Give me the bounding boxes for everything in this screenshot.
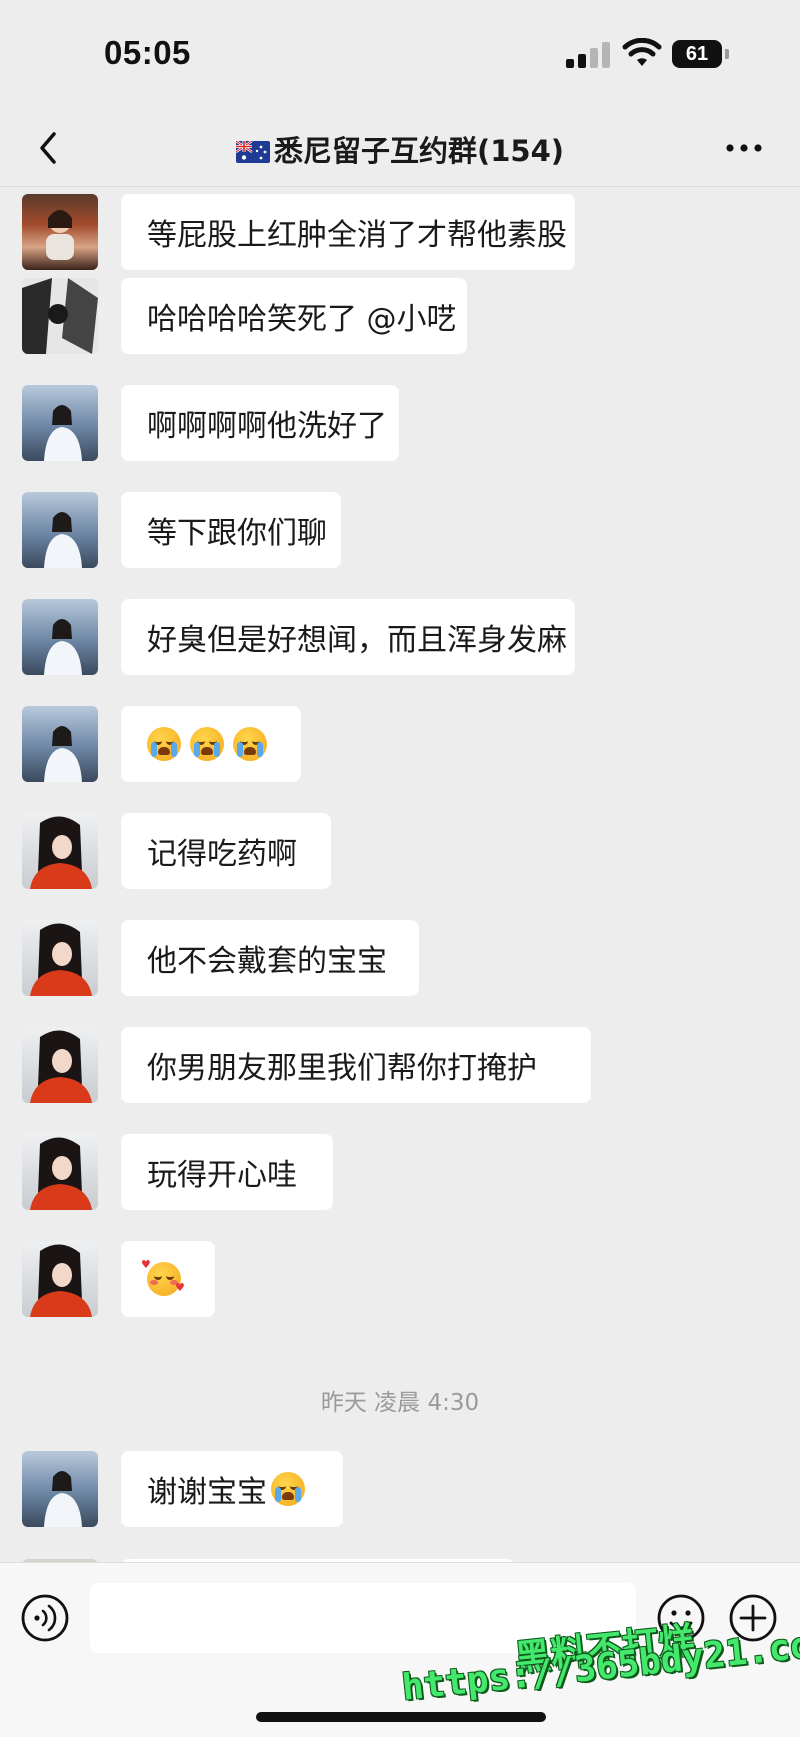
message-list[interactable]: 等屁股上红肿全消了才帮他素股 哈哈哈哈笑死了 @小呓 啊啊啊啊他洗好了 等下跟你… [0,187,800,1562]
loudly-crying-face-icon [147,727,181,761]
message-bubble[interactable]: 你男朋友那里我们帮你打掩护 [121,1027,591,1103]
wifi-icon [622,38,662,66]
avatar[interactable] [22,1451,98,1527]
chat-header: 悉尼留子互约群(154) [0,110,800,187]
avatar[interactable] [22,1027,98,1103]
message-bubble[interactable]: 等下跟你们聊 [121,492,341,568]
message-bubble[interactable]: 记得吃药啊 [121,813,331,889]
message-bubble[interactable]: 他不会戴套的宝宝 [121,920,419,996]
loudly-crying-face-icon [271,1472,305,1506]
message-bubble[interactable]: 玩得开心哇 [121,1134,333,1210]
message-bubble[interactable]: 谢谢宝宝 [121,1451,343,1527]
avatar[interactable] [22,1241,98,1317]
message-bubble[interactable]: 好臭但是好想闻，而且浑身发麻 [121,599,575,675]
message-text: 谢谢宝宝 [147,1475,267,1510]
avatar[interactable] [22,599,98,675]
message-bubble[interactable] [121,706,301,782]
status-bar: 05:05 61 [0,0,800,110]
more-dots-icon[interactable] [724,134,764,162]
status-time: 05:05 [104,34,191,71]
avatar[interactable] [22,920,98,996]
avatar[interactable] [22,385,98,461]
australia-flag-icon [235,141,270,163]
timestamp: 昨天 凌晨 4:30 [320,1390,480,1416]
loudly-crying-face-icon [190,727,224,761]
message-bubble[interactable]: 哈哈哈哈笑死了 @小呓 [121,278,467,354]
message-bubble[interactable]: 啊啊啊啊他洗好了 [121,385,399,461]
smiling-face-with-hearts-icon: ♥ ♥ [141,1258,185,1296]
voice-input-icon[interactable] [20,1593,70,1643]
chat-title-text: 悉尼留子互约群(154) [273,134,565,168]
message-bubble[interactable]: ♥ ♥ [121,1241,215,1317]
home-indicator [256,1712,546,1722]
avatar[interactable] [22,194,98,270]
loudly-crying-face-icon [233,727,267,761]
message-bubble[interactable]: 等屁股上红肿全消了才帮他素股 [121,194,575,270]
chat-title[interactable]: 悉尼留子互约群(154) [0,128,800,170]
avatar[interactable] [22,706,98,782]
battery-indicator: 61 [672,40,722,68]
battery-cap [725,49,729,59]
cellular-signal-icon [566,40,610,68]
avatar[interactable] [22,813,98,889]
avatar[interactable] [22,492,98,568]
avatar[interactable] [22,1134,98,1210]
avatar[interactable] [22,278,98,354]
